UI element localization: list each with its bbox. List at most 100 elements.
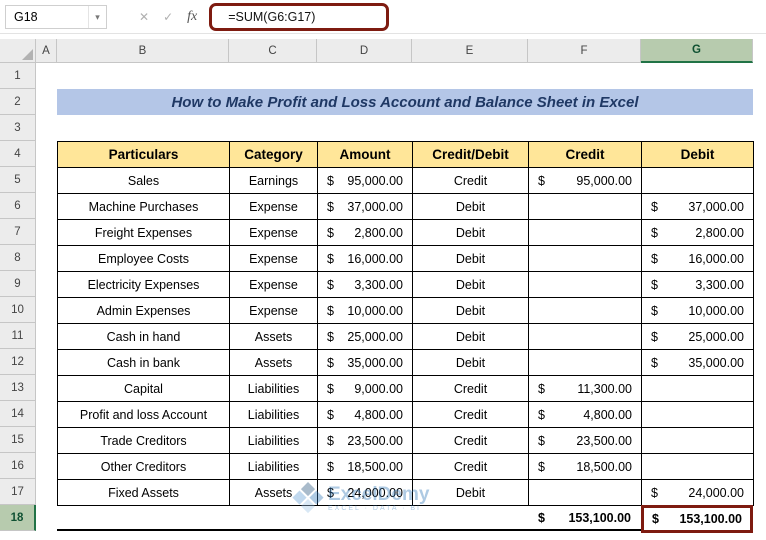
- row-header-15[interactable]: 15: [0, 427, 36, 453]
- cell-particulars[interactable]: Capital: [58, 376, 230, 402]
- cell-category[interactable]: Liabilities: [230, 428, 318, 454]
- column-header-F[interactable]: F: [528, 39, 641, 63]
- cell-category[interactable]: Expense: [230, 246, 318, 272]
- cell-particulars[interactable]: Electricity Expenses: [58, 272, 230, 298]
- header-amount[interactable]: Amount: [318, 142, 413, 168]
- cell-credit-debit[interactable]: Credit: [413, 428, 529, 454]
- cell-credit[interactable]: $4,800.00: [529, 402, 642, 428]
- cell-credit[interactable]: [529, 480, 642, 506]
- row-header-9[interactable]: 9: [0, 271, 36, 297]
- column-header-A[interactable]: A: [36, 39, 57, 63]
- cell-category[interactable]: Assets: [230, 480, 318, 506]
- cell-amount[interactable]: $24,000.00: [318, 480, 413, 506]
- cell-debit[interactable]: [642, 428, 754, 454]
- cell-category[interactable]: Assets: [230, 324, 318, 350]
- cell-particulars[interactable]: Freight Expenses: [58, 220, 230, 246]
- cell-credit[interactable]: $18,500.00: [529, 454, 642, 480]
- selected-cell-G18-total-debit[interactable]: $153,100.00: [641, 505, 753, 533]
- cell-credit-debit[interactable]: Credit: [413, 454, 529, 480]
- cell-amount[interactable]: $3,300.00: [318, 272, 413, 298]
- cell-particulars[interactable]: Cash in hand: [58, 324, 230, 350]
- cell-amount[interactable]: $95,000.00: [318, 168, 413, 194]
- row-header-3[interactable]: 3: [0, 115, 36, 141]
- cell-category[interactable]: Expense: [230, 298, 318, 324]
- cell-credit-debit[interactable]: Credit: [413, 376, 529, 402]
- cell-amount[interactable]: $4,800.00: [318, 402, 413, 428]
- row-header-8[interactable]: 8: [0, 245, 36, 271]
- column-header-G[interactable]: G: [641, 39, 753, 63]
- row-header-13[interactable]: 13: [0, 375, 36, 401]
- cell-debit[interactable]: [642, 168, 754, 194]
- column-header-E[interactable]: E: [412, 39, 528, 63]
- cell-credit-debit[interactable]: Debit: [413, 272, 529, 298]
- cell-credit[interactable]: [529, 246, 642, 272]
- cell-credit[interactable]: [529, 272, 642, 298]
- formula-input[interactable]: =SUM(G6:G17): [228, 10, 315, 24]
- cell-particulars[interactable]: Trade Creditors: [58, 428, 230, 454]
- row-header-1[interactable]: 1: [0, 63, 36, 89]
- cell-debit[interactable]: [642, 402, 754, 428]
- cell-amount[interactable]: $37,000.00: [318, 194, 413, 220]
- chevron-down-icon[interactable]: ▾: [88, 5, 106, 28]
- cell-credit-debit[interactable]: Debit: [413, 246, 529, 272]
- cell-credit[interactable]: [529, 350, 642, 376]
- cell-amount[interactable]: $2,800.00: [318, 220, 413, 246]
- cell-category[interactable]: Earnings: [230, 168, 318, 194]
- cell-particulars[interactable]: Admin Expenses: [58, 298, 230, 324]
- cell-category[interactable]: Liabilities: [230, 454, 318, 480]
- header-debit[interactable]: Debit: [642, 142, 754, 168]
- cell-credit-debit[interactable]: Debit: [413, 324, 529, 350]
- cell-amount[interactable]: $23,500.00: [318, 428, 413, 454]
- cell-amount[interactable]: $25,000.00: [318, 324, 413, 350]
- name-box[interactable]: G18 ▾: [5, 4, 107, 29]
- cell-debit[interactable]: $37,000.00: [642, 194, 754, 220]
- cell-particulars[interactable]: Fixed Assets: [58, 480, 230, 506]
- cell-debit[interactable]: $16,000.00: [642, 246, 754, 272]
- cell-debit[interactable]: $35,000.00: [642, 350, 754, 376]
- cell-category[interactable]: Expense: [230, 220, 318, 246]
- column-header-B[interactable]: B: [57, 39, 229, 63]
- cancel-icon[interactable]: ✕: [139, 10, 149, 24]
- cell-credit-debit[interactable]: Credit: [413, 168, 529, 194]
- cell-debit[interactable]: [642, 376, 754, 402]
- cell-credit[interactable]: $95,000.00: [529, 168, 642, 194]
- cell-amount[interactable]: $9,000.00: [318, 376, 413, 402]
- row-header-12[interactable]: 12: [0, 349, 36, 375]
- cell-credit-debit[interactable]: Debit: [413, 298, 529, 324]
- cell-particulars[interactable]: Cash in bank: [58, 350, 230, 376]
- row-header-2[interactable]: 2: [0, 89, 36, 115]
- header-credit-debit[interactable]: Credit/Debit: [413, 142, 529, 168]
- cell-particulars[interactable]: Other Creditors: [58, 454, 230, 480]
- row-header-5[interactable]: 5: [0, 167, 36, 193]
- cell-amount[interactable]: $10,000.00: [318, 298, 413, 324]
- cell-amount[interactable]: $18,500.00: [318, 454, 413, 480]
- cell-credit[interactable]: $11,300.00: [529, 376, 642, 402]
- cell-credit[interactable]: $23,500.00: [529, 428, 642, 454]
- cell-category[interactable]: Liabilities: [230, 376, 318, 402]
- cell-category[interactable]: Assets: [230, 350, 318, 376]
- cell-debit[interactable]: $24,000.00: [642, 480, 754, 506]
- row-header-18[interactable]: 18: [0, 505, 36, 531]
- cell-credit-debit[interactable]: Debit: [413, 350, 529, 376]
- row-header-14[interactable]: 14: [0, 401, 36, 427]
- cell-debit[interactable]: $10,000.00: [642, 298, 754, 324]
- row-header-10[interactable]: 10: [0, 297, 36, 323]
- row-header-16[interactable]: 16: [0, 453, 36, 479]
- cell-category[interactable]: Liabilities: [230, 402, 318, 428]
- cell-credit-debit[interactable]: Debit: [413, 480, 529, 506]
- cell-amount[interactable]: $16,000.00: [318, 246, 413, 272]
- title-banner[interactable]: How to Make Profit and Loss Account and …: [57, 89, 753, 115]
- cell-credit[interactable]: [529, 220, 642, 246]
- cell-debit[interactable]: $2,800.00: [642, 220, 754, 246]
- row-header-4[interactable]: 4: [0, 141, 36, 167]
- cell-credit[interactable]: [529, 324, 642, 350]
- cell-credit[interactable]: [529, 194, 642, 220]
- insert-function-icon[interactable]: fx: [187, 9, 197, 25]
- row-header-11[interactable]: 11: [0, 323, 36, 349]
- column-header-C[interactable]: C: [229, 39, 317, 63]
- header-category[interactable]: Category: [230, 142, 318, 168]
- enter-icon[interactable]: ✓: [163, 10, 173, 24]
- cell-particulars[interactable]: Sales: [58, 168, 230, 194]
- cell-particulars[interactable]: Profit and loss Account: [58, 402, 230, 428]
- row-header-7[interactable]: 7: [0, 219, 36, 245]
